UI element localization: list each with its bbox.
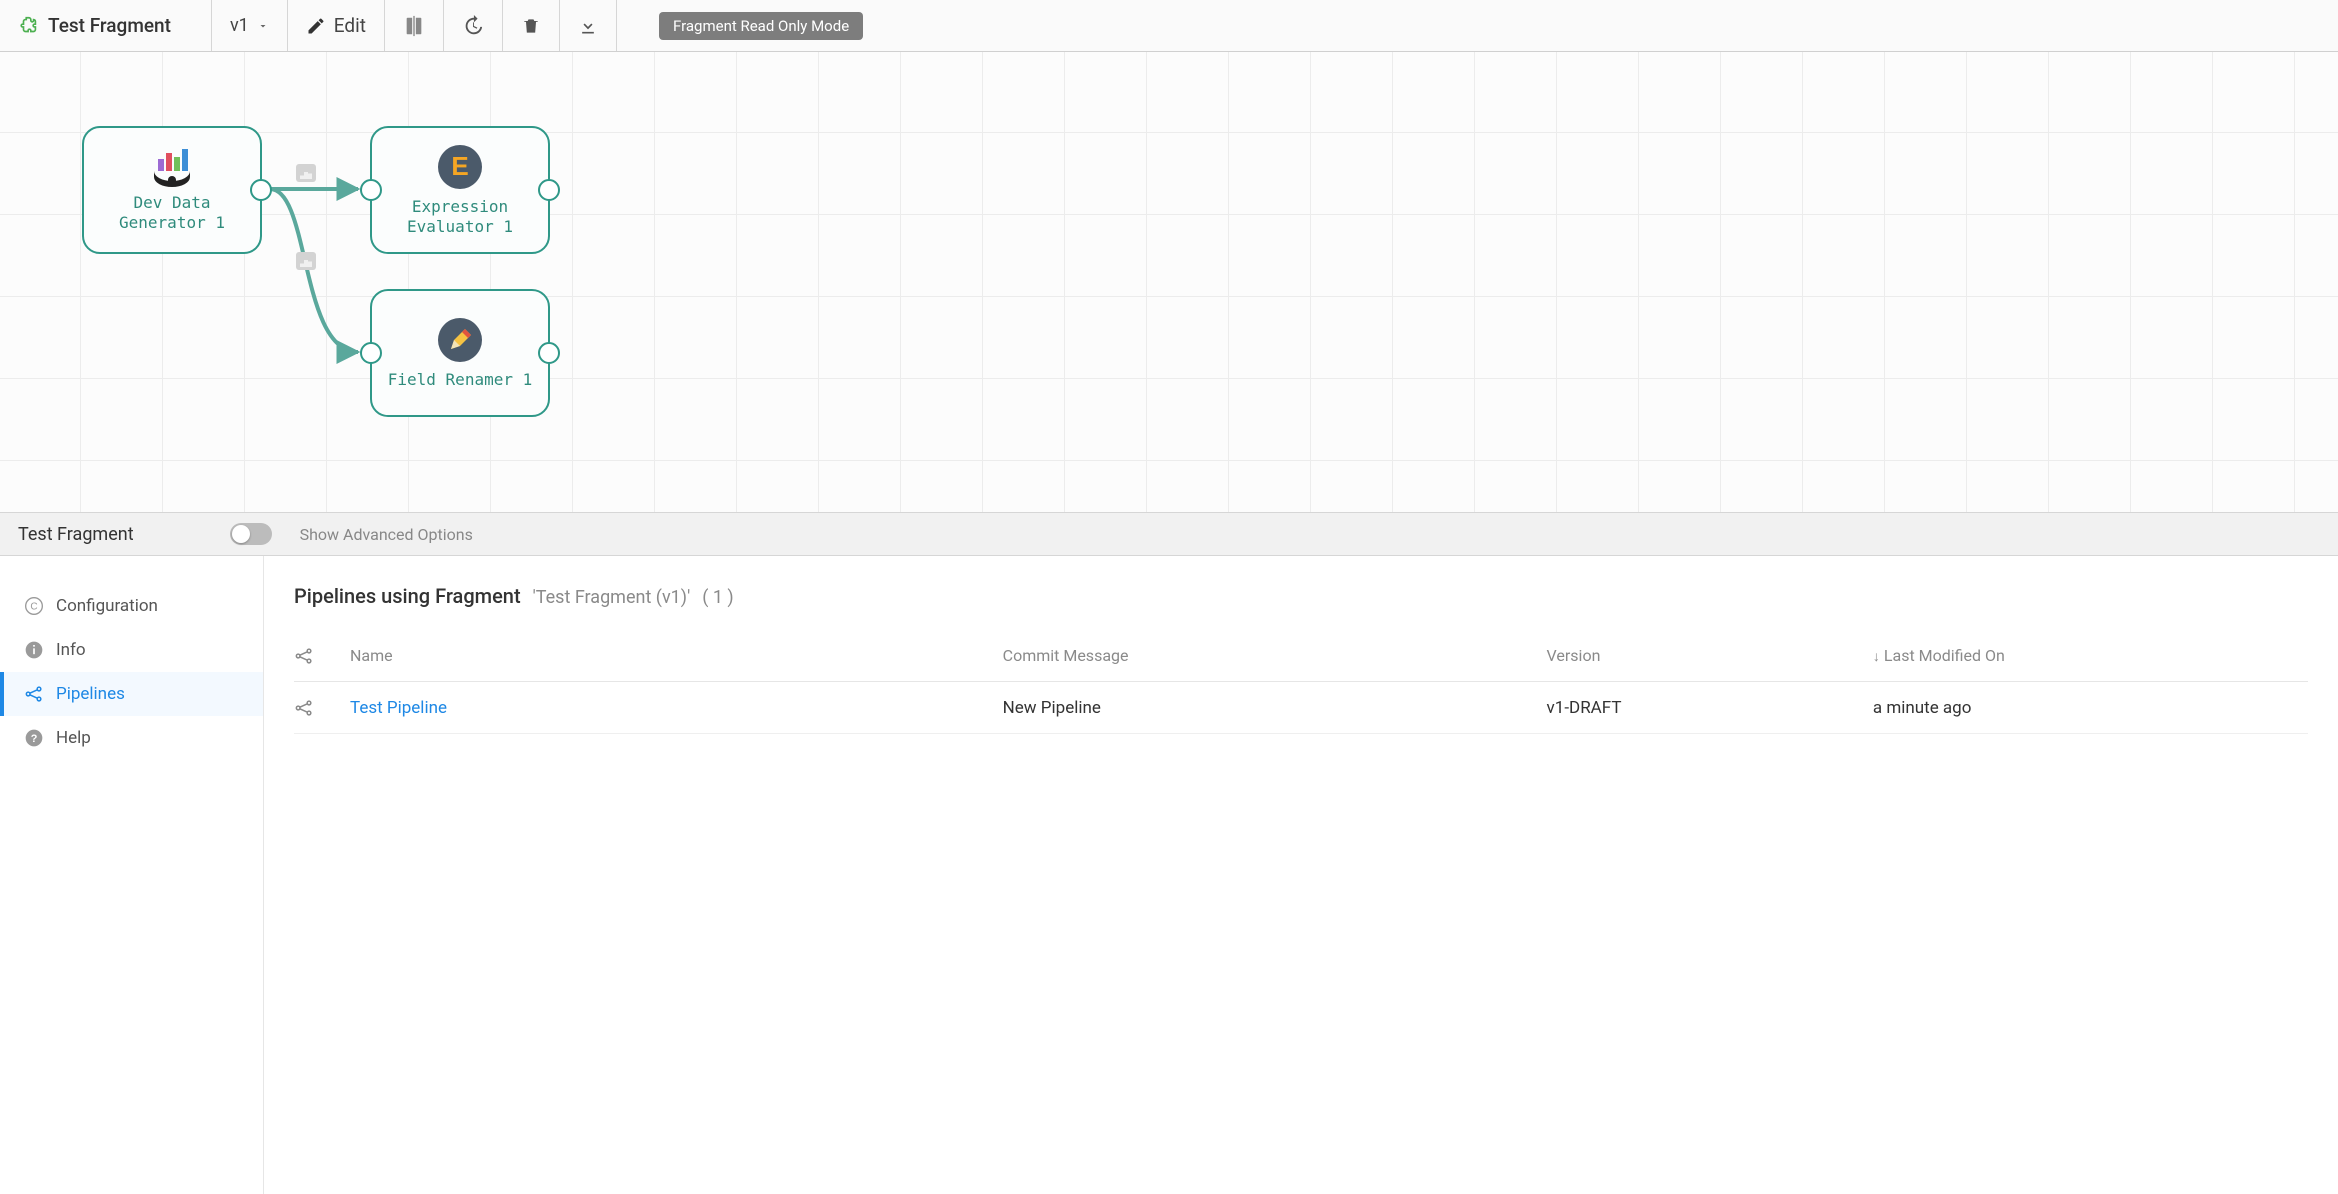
node-field-renamer[interactable]: Field Renamer 1 [370, 289, 550, 417]
node-label: ExpressionEvaluator 1 [407, 197, 513, 237]
dev-data-generator-icon [144, 147, 200, 187]
col-name[interactable]: Name [350, 646, 1003, 665]
content-panel: Pipelines using Fragment 'Test Fragment … [264, 556, 2338, 1194]
readonly-badge-wrap: Fragment Read Only Mode [617, 0, 881, 51]
delete-button[interactable] [503, 0, 560, 51]
nav-help[interactable]: ? Help [0, 716, 263, 760]
output-port[interactable] [538, 179, 560, 201]
row-version: v1-DRAFT [1547, 698, 1873, 718]
pipeline-icon [294, 698, 350, 718]
download-button[interactable] [560, 0, 617, 51]
download-icon [578, 16, 598, 36]
panel-sub-count: ( 1 ) [702, 587, 733, 608]
content-header: Pipelines using Fragment 'Test Fragment … [294, 584, 2308, 608]
readonly-badge: Fragment Read Only Mode [659, 12, 863, 40]
svg-text:C: C [30, 601, 37, 612]
version-label: v1 [230, 15, 249, 36]
config-strip: Test Fragment Show Advanced Options [0, 512, 2338, 556]
row-name[interactable]: Test Pipeline [350, 698, 1003, 718]
nav-label: Configuration [56, 596, 158, 616]
side-nav: C Configuration Info Pipelines ? Help [0, 556, 264, 1194]
panel-heading: Pipelines using Fragment [294, 584, 521, 608]
info-icon [24, 640, 44, 660]
puzzle-icon [18, 15, 40, 37]
stream-metrics-icon[interactable] [296, 164, 316, 182]
row-modified: a minute ago [1873, 698, 2308, 718]
expression-evaluator-icon: E [436, 143, 484, 191]
node-dev-data-generator[interactable]: Dev DataGenerator 1 [82, 126, 262, 254]
pipeline-icon [24, 684, 44, 704]
pencil-icon [306, 16, 326, 36]
input-port[interactable] [360, 342, 382, 364]
panel-sub-name: 'Test Fragment (v1)' [533, 587, 691, 608]
chevron-down-icon [257, 20, 269, 32]
nav-label: Help [56, 728, 91, 748]
edges [0, 52, 2338, 512]
nav-label: Pipelines [56, 684, 125, 704]
table-row[interactable]: Test Pipeline New Pipeline v1-DRAFT a mi… [294, 682, 2308, 734]
fragment-title: Test Fragment [48, 14, 193, 37]
circle-c-icon: C [24, 596, 44, 616]
compare-button[interactable] [385, 0, 444, 51]
node-expression-evaluator[interactable]: E ExpressionEvaluator 1 [370, 126, 550, 254]
col-modified[interactable]: ↓Last Modified On [1873, 646, 2308, 665]
advanced-toggle[interactable] [230, 523, 272, 545]
col-commit[interactable]: Commit Message [1003, 646, 1547, 665]
trash-icon [521, 16, 541, 36]
output-port[interactable] [538, 342, 560, 364]
table-header: Name Commit Message Version ↓Last Modifi… [294, 630, 2308, 682]
history-button[interactable] [444, 0, 503, 51]
node-label: Dev DataGenerator 1 [119, 193, 225, 233]
output-port[interactable] [250, 179, 272, 201]
field-renamer-icon [436, 316, 484, 364]
advanced-label: Show Advanced Options [300, 525, 473, 544]
nav-label: Info [56, 640, 86, 660]
edit-label: Edit [334, 14, 366, 37]
config-title: Test Fragment [18, 524, 134, 545]
sort-desc-icon: ↓ [1873, 649, 1880, 665]
help-icon: ? [24, 728, 44, 748]
compare-icon [403, 15, 425, 37]
pipeline-canvas[interactable]: Dev DataGenerator 1 E ExpressionEvaluato… [0, 52, 2338, 512]
fragment-title-group[interactable]: Test Fragment [0, 0, 212, 51]
edit-button[interactable]: Edit [288, 0, 385, 51]
nav-pipelines[interactable]: Pipelines [0, 672, 263, 716]
pipelines-table: Name Commit Message Version ↓Last Modifi… [294, 630, 2308, 734]
version-selector[interactable]: v1 [212, 0, 288, 51]
svg-text:E: E [451, 151, 468, 181]
svg-text:?: ? [31, 733, 38, 745]
history-icon [462, 15, 484, 37]
stream-metrics-icon[interactable] [296, 252, 316, 270]
input-port[interactable] [360, 179, 382, 201]
row-commit: New Pipeline [1003, 698, 1547, 718]
nav-configuration[interactable]: C Configuration [0, 584, 263, 628]
col-version[interactable]: Version [1547, 646, 1873, 665]
lower-panel: C Configuration Info Pipelines ? Help Pi… [0, 556, 2338, 1194]
pipeline-icon [294, 646, 350, 666]
nav-info[interactable]: Info [0, 628, 263, 672]
node-label: Field Renamer 1 [388, 370, 533, 390]
toolbar: Test Fragment v1 Edit Fragment Read Only… [0, 0, 2338, 52]
